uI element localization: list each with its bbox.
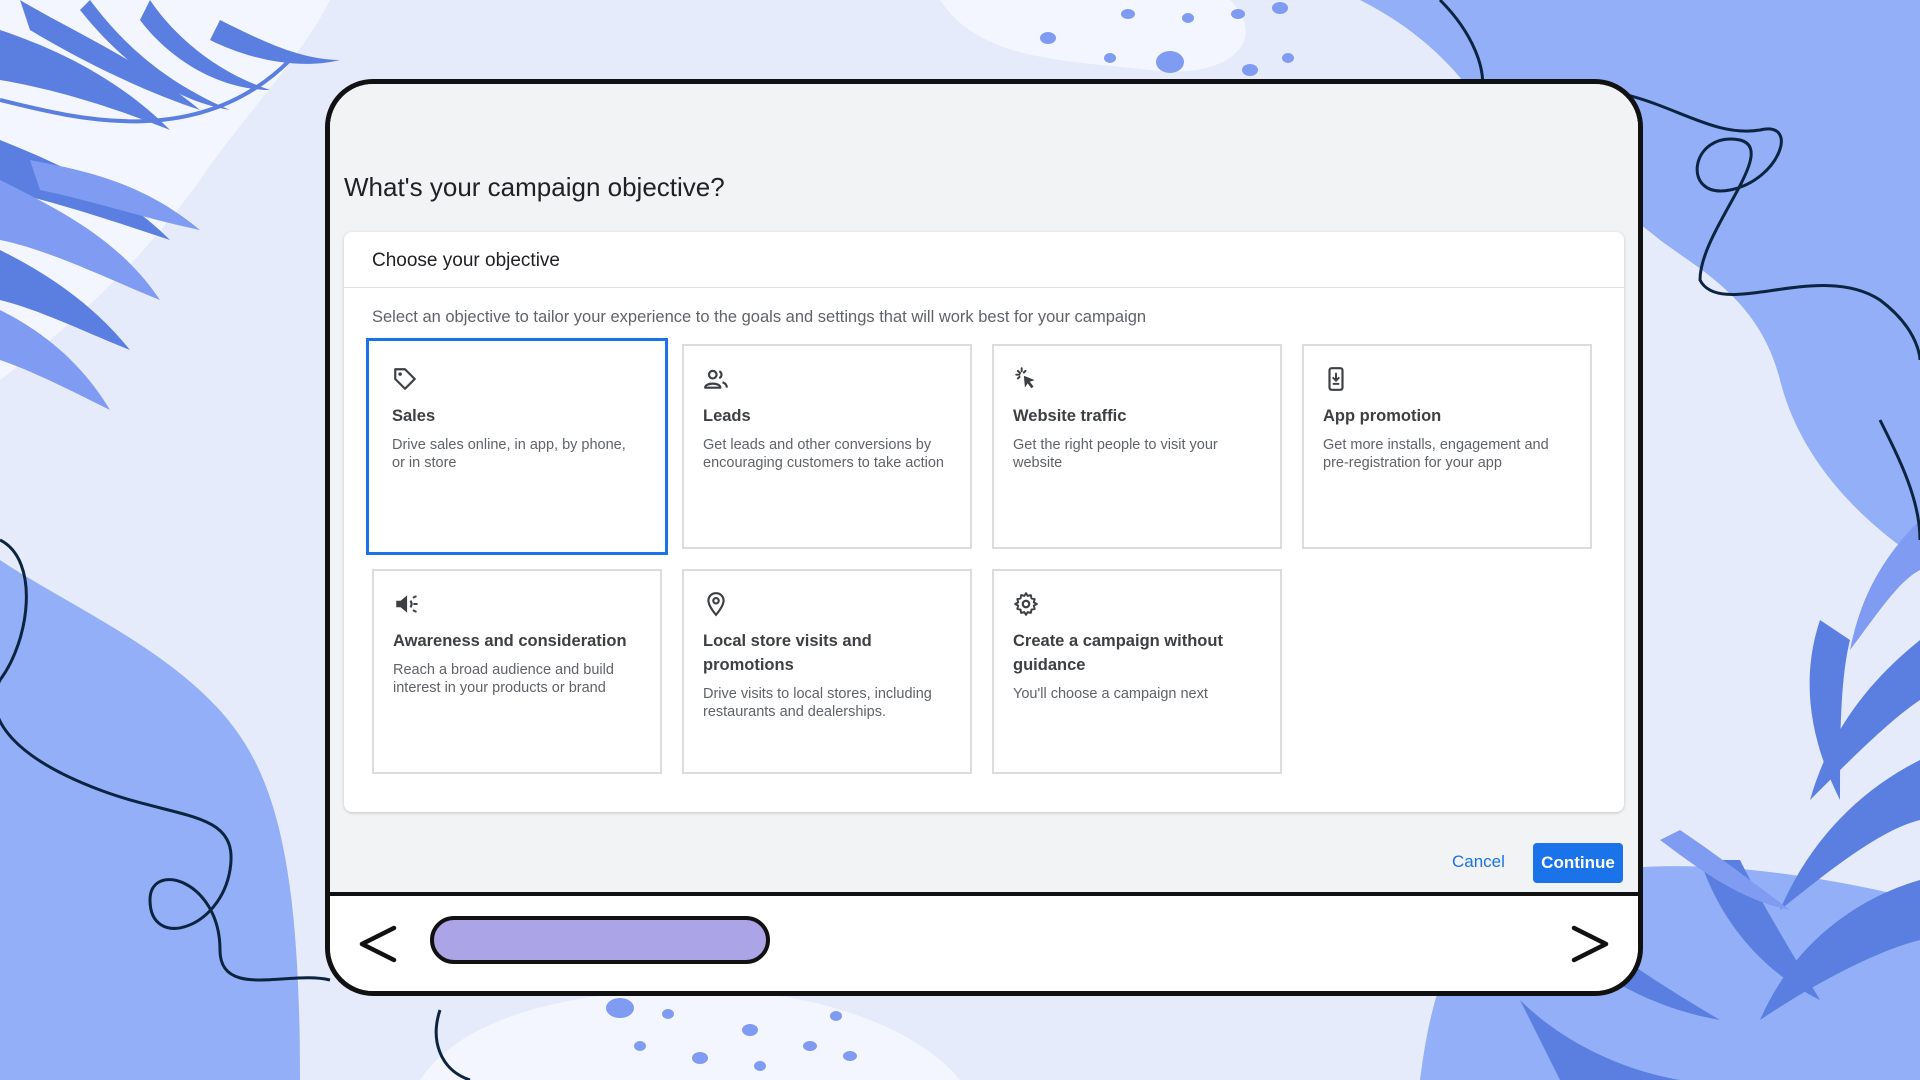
objective-title: Website traffic bbox=[1013, 407, 1127, 425]
objective-sales[interactable]: Sales Drive sales online, in app, by pho… bbox=[366, 338, 668, 555]
objective-title: Local store visits and promotions bbox=[703, 632, 872, 674]
objective-app-promotion[interactable]: App promotion Get more installs, engagem… bbox=[1302, 344, 1592, 549]
objective-title: Sales bbox=[392, 407, 436, 425]
blob-bottom-left bbox=[0, 560, 300, 1080]
people-icon bbox=[704, 369, 728, 389]
objective-description: Get the right people to visit your websi… bbox=[1013, 437, 1218, 471]
objective-description: Drive sales online, in app, by phone, or… bbox=[392, 437, 626, 471]
objective-description: Get more installs, engagement and pre-re… bbox=[1323, 437, 1549, 471]
objective-title: Leads bbox=[703, 407, 751, 425]
objective-website-traffic[interactable]: Website traffic Get the right people to … bbox=[992, 344, 1282, 549]
chevron-left-icon[interactable] bbox=[358, 924, 398, 964]
card-header-title: Choose your objective bbox=[372, 250, 560, 271]
objective-title: App promotion bbox=[1323, 407, 1442, 425]
objective-awareness[interactable]: Awareness and consideration Reach a broa… bbox=[372, 569, 662, 774]
objective-title: Create a campaign without guidance bbox=[1013, 632, 1223, 674]
continue-button[interactable]: Continue bbox=[1533, 843, 1623, 883]
objective-description: You'll choose a campaign next bbox=[1013, 686, 1208, 702]
scrollbar-thumb[interactable] bbox=[430, 916, 770, 964]
objective-description: Reach a broad audience and build interes… bbox=[393, 662, 614, 696]
objective-card: Choose your objective Select an objectiv… bbox=[344, 232, 1624, 812]
objective-local-store-visits[interactable]: Local store visits and promotions Drive … bbox=[682, 569, 972, 774]
browser-window: What's your campaign objective? Choose y… bbox=[325, 79, 1643, 996]
phone-download-icon bbox=[1328, 367, 1344, 391]
gear-icon bbox=[1014, 592, 1038, 616]
cursor-click-icon bbox=[1015, 367, 1035, 389]
objective-description: Drive visits to local stores, including … bbox=[703, 686, 932, 720]
objective-title: Awareness and consideration bbox=[393, 632, 627, 650]
objective-description: Get leads and other conversions by encou… bbox=[703, 437, 944, 471]
megaphone-icon bbox=[396, 595, 418, 613]
objective-leads[interactable]: Leads Get leads and other conversions by… bbox=[682, 344, 972, 549]
window-footer bbox=[330, 892, 1638, 991]
cancel-button[interactable]: Cancel bbox=[1452, 852, 1505, 872]
page-title: What's your campaign objective? bbox=[344, 172, 725, 202]
page-content: What's your campaign objective? Choose y… bbox=[330, 84, 1638, 897]
objective-no-guidance[interactable]: Create a campaign without guidance You'l… bbox=[992, 569, 1282, 774]
chevron-right-icon[interactable] bbox=[1570, 924, 1610, 964]
card-description: Select an objective to tailor your exper… bbox=[372, 308, 1147, 326]
card-header: Choose your objective bbox=[344, 232, 1624, 288]
blob-bottom-center bbox=[420, 990, 960, 1080]
blob-top-center bbox=[940, 0, 1246, 72]
tag-icon bbox=[394, 368, 416, 390]
location-pin-icon bbox=[707, 592, 725, 617]
